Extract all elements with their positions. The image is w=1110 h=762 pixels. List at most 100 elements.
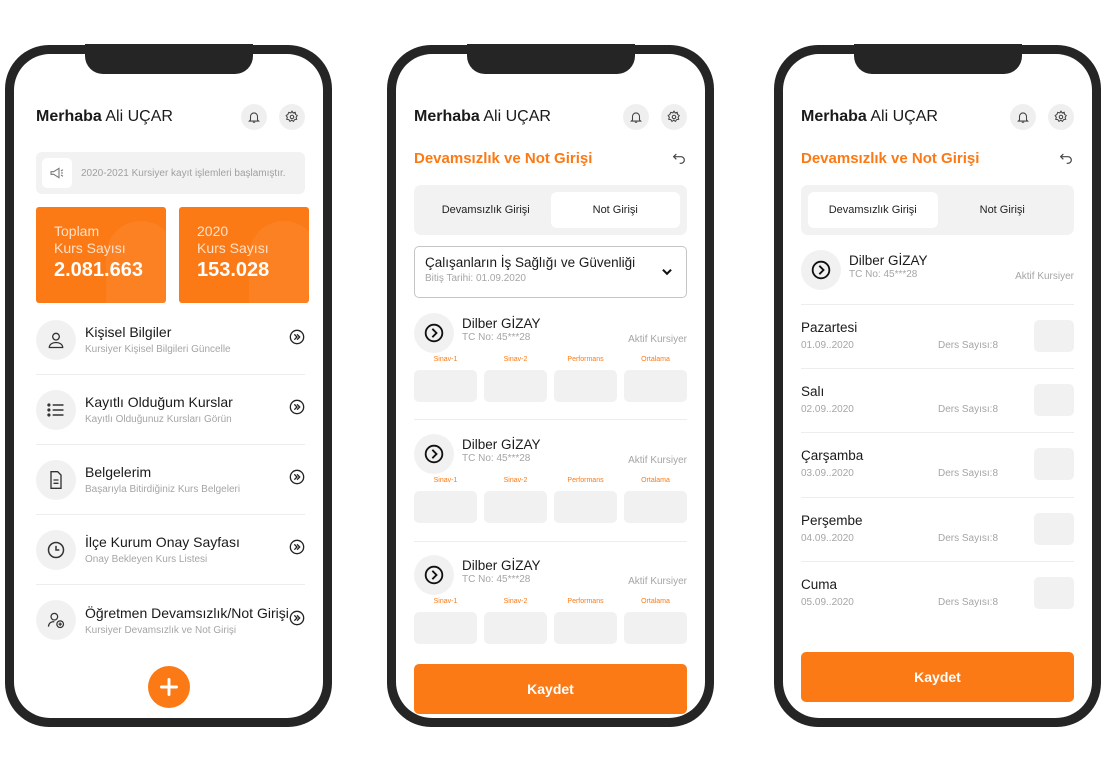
divider	[801, 368, 1074, 369]
day-name: Salı	[801, 384, 825, 399]
add-button[interactable]	[147, 666, 190, 708]
back-arrow-icon[interactable]	[1058, 150, 1074, 166]
stat-card-year: 2020 Kurs Sayısı 153.028	[179, 207, 309, 303]
attendance-input[interactable]	[1034, 577, 1074, 609]
chevron-right-circle-icon[interactable]	[414, 434, 454, 474]
menu-item-title: Kişisel Bilgiler	[85, 324, 172, 340]
menu-item-approval-page[interactable]: İlçe Kurum Onay Sayfası Onay Bekleyen Kur…	[36, 515, 305, 585]
divider	[414, 541, 687, 542]
student-status: Aktif Kursiyer	[1015, 271, 1074, 282]
app-header: Merhaba Ali UÇAR	[36, 102, 305, 132]
tab-bar: Devamsızlık Girişi Not Girişi	[801, 185, 1074, 235]
notification-button[interactable]	[1010, 104, 1036, 130]
chevron-right-circle-icon[interactable]	[801, 250, 841, 290]
user-name: Ali UÇAR	[870, 108, 938, 125]
phone-notch	[466, 44, 635, 74]
grade-entry-screen: Merhaba Ali UÇAR Devamsızlık ve Not Giri…	[396, 54, 705, 718]
phone-notch	[84, 44, 253, 74]
menu-item-title: Kayıtlı Olduğum Kurslar	[85, 394, 233, 410]
notification-button[interactable]	[241, 104, 267, 130]
average-input[interactable]	[624, 370, 687, 402]
back-arrow-icon[interactable]	[671, 150, 687, 166]
section-header: Devamsızlık ve Not Girişi	[414, 146, 687, 170]
attendance-input[interactable]	[1034, 320, 1074, 352]
announcement-text: 2020-2021 Kursiyer kayıt işlemleri başla…	[81, 167, 286, 179]
student-tc: TC No: 45***28	[462, 453, 531, 464]
user-icon	[36, 319, 76, 360]
save-button[interactable]: Kaydet	[801, 652, 1074, 702]
chevron-right-circle-icon[interactable]	[414, 555, 454, 595]
performance-input[interactable]	[554, 612, 617, 644]
user-add-icon	[36, 600, 76, 640]
day-row: Pazartesi 01.09..2020 Ders Sayısı:8	[801, 310, 1074, 374]
grade-label: Sinav-2	[503, 598, 528, 605]
day-date: 04.09..2020	[801, 533, 854, 544]
student-status: Aktif Kursiyer	[628, 334, 687, 345]
day-date: 05.09..2020	[801, 597, 854, 608]
gear-icon	[285, 110, 298, 123]
greeting-word: Merhaba	[801, 108, 867, 125]
double-chevron-right-icon	[289, 329, 305, 350]
menu-item-personal-info[interactable]: Kişisel Bilgiler Kursiyer Kişisel Bilgile…	[36, 305, 305, 375]
greeting: Merhaba Ali UÇAR	[801, 108, 998, 126]
day-name: Pazartesi	[801, 320, 858, 335]
menu-item-documents[interactable]: Belgelerim Başarıyla Bitirdiğiniz Kurs Be…	[36, 445, 305, 515]
course-name: Çalışanların İş Sağlığı ve Güvenliği	[425, 255, 636, 270]
menu-item-title: Öğretmen Devamsızlık/Not Girişi	[85, 604, 289, 621]
tab-attendance[interactable]: Devamsızlık Girişi	[421, 192, 551, 228]
double-chevron-right-icon	[289, 469, 305, 490]
grade-label: Sinav-1	[433, 598, 458, 605]
phone-home: Merhaba Ali UÇAR 2020-2021 Kursiyer kayı…	[5, 44, 332, 727]
greeting: Merhaba Ali UÇAR	[414, 108, 611, 126]
average-input[interactable]	[624, 612, 687, 644]
course-select[interactable]: Çalışanların İş Sağlığı ve Güvenliği Bit…	[414, 246, 687, 298]
settings-button[interactable]	[1048, 104, 1074, 130]
app-header: Merhaba Ali UÇAR	[801, 102, 1074, 132]
attendance-input[interactable]	[1034, 384, 1074, 416]
menu-item-teacher-attendance[interactable]: Öğretmen Devamsızlık/Not Girişi Kursiyer …	[36, 585, 305, 655]
tab-grades[interactable]: Not Girişi	[550, 192, 680, 228]
announcement-banner[interactable]: 2020-2021 Kursiyer kayıt işlemleri başla…	[36, 152, 305, 194]
performance-input[interactable]	[554, 370, 617, 402]
student-card: Dilber GİZAY TC No: 45***28 Aktif Kursiye…	[414, 313, 687, 402]
tab-grades[interactable]: Not Girişi	[938, 192, 1068, 228]
divider	[801, 561, 1074, 562]
average-input[interactable]	[624, 491, 687, 523]
user-name: Ali UÇAR	[483, 108, 551, 125]
grade-label: Sinav-2	[503, 477, 528, 484]
student-card: Dilber GİZAY TC No: 45***28 Aktif Kursiye…	[801, 250, 1074, 290]
day-row: Çarşamba 03.09..2020 Ders Sayısı:8	[801, 438, 1074, 502]
notification-button[interactable]	[623, 104, 649, 130]
lesson-count: Ders Sayısı:8	[938, 597, 999, 608]
lesson-count: Ders Sayısı:8	[938, 468, 999, 479]
exam1-input[interactable]	[414, 612, 477, 644]
lesson-count: Ders Sayısı:8	[938, 533, 999, 544]
greeting: Merhaba Ali UÇAR	[36, 108, 229, 126]
divider	[801, 497, 1074, 498]
day-date: 02.09..2020	[801, 404, 854, 415]
save-button[interactable]: Kaydet	[414, 664, 687, 714]
gear-icon	[1054, 110, 1067, 123]
menu-item-enrolled-courses[interactable]: Kayıtlı Olduğum Kurslar Kayıtlı Olduğunuz…	[36, 375, 305, 445]
grade-label: Sinav-1	[433, 356, 458, 363]
tab-attendance[interactable]: Devamsızlık Girişi	[808, 192, 938, 228]
plus-icon	[159, 678, 178, 696]
divider	[414, 419, 687, 420]
attendance-input[interactable]	[1034, 448, 1074, 480]
divider	[801, 304, 1074, 305]
attendance-input[interactable]	[1034, 513, 1074, 545]
exam2-input[interactable]	[484, 612, 547, 644]
settings-button[interactable]	[279, 104, 305, 130]
bell-icon	[630, 112, 642, 123]
exam1-input[interactable]	[414, 491, 477, 523]
exam2-input[interactable]	[484, 491, 547, 523]
user-name: Ali UÇAR	[105, 108, 173, 125]
exam2-input[interactable]	[484, 370, 547, 402]
settings-button[interactable]	[661, 104, 687, 130]
exam1-input[interactable]	[414, 370, 477, 402]
chevron-right-circle-icon[interactable]	[414, 313, 454, 353]
student-name: Dilber GİZAY	[849, 253, 928, 268]
student-tc: TC No: 45***28	[462, 574, 531, 585]
section-header: Devamsızlık ve Not Girişi	[801, 146, 1074, 170]
performance-input[interactable]	[554, 491, 617, 523]
